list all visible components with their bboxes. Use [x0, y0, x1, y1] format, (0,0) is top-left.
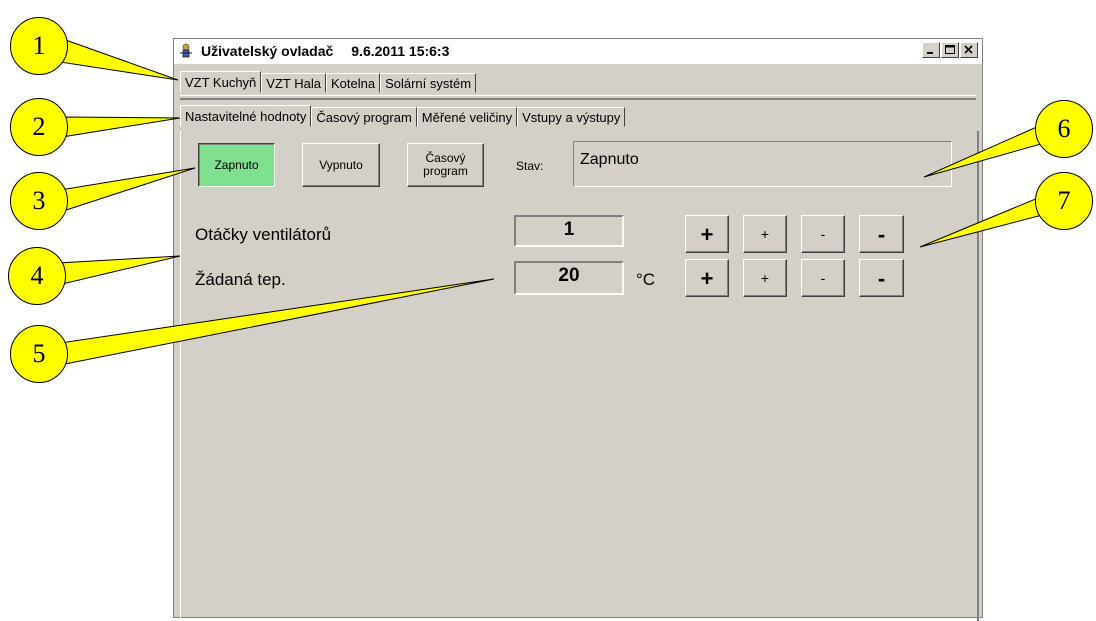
callout-pointers — [57, 37, 1051, 366]
callout-3: 3 — [10, 172, 68, 230]
callout-6: 6 — [1035, 100, 1093, 158]
callout-1-pointer — [59, 37, 179, 81]
callout-7-pointer — [919, 192, 1051, 248]
callout-1: 1 — [10, 17, 68, 75]
callout-5-pointer — [59, 278, 495, 366]
callout-2: 2 — [10, 98, 68, 156]
callout-4: 4 — [8, 247, 66, 305]
callout-7: 7 — [1035, 172, 1093, 230]
callout-4-pointer — [57, 255, 181, 286]
callout-6-pointer — [923, 121, 1049, 178]
callout-2-pointer — [61, 116, 181, 138]
callout-3-pointer — [59, 167, 196, 213]
callout-5: 5 — [10, 325, 68, 383]
